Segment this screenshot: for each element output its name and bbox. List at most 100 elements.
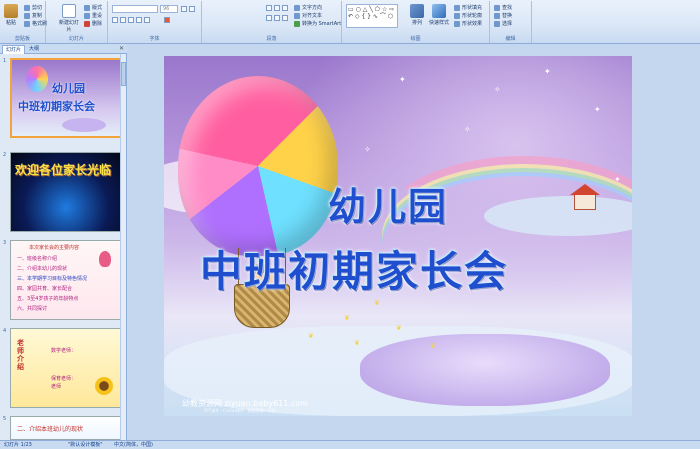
strikethrough-icon[interactable] [136,17,142,23]
slides-panel: 幻灯片 大纲 ✕ 1 幼儿园 中班初期家长会 2 欢迎各位家长光临 3 本次家长… [0,44,127,440]
slide-thumbnail-4[interactable]: 老师介绍 数学老师： 保育老师： 老师 [10,328,122,408]
underline-icon[interactable] [128,17,134,23]
delete-button[interactable]: 删除 [84,20,102,27]
shadow-icon[interactable] [144,17,150,23]
shape-effects-button[interactable]: 形状效果 [454,20,482,27]
layout-button[interactable]: 版式 [84,4,102,11]
shape-outline-button[interactable]: 形状轮廓 [454,12,482,19]
find-button[interactable]: 查找 [494,4,512,11]
slide-thumbnail-3[interactable]: 本次家长会的主要内容 一、班级名称介绍 二、介绍本幼儿的现状 三、本学期学习目标… [10,240,122,320]
indent-icon[interactable] [282,5,288,11]
purple-cloud [360,334,610,406]
font-name-combo[interactable] [112,5,158,13]
butterfly-icon: ❦ [396,324,402,332]
drawing-group: ▭ ○ △ ╲ ⬠ ☆ ⇨ ↶ ◇ { } ∿ ⌒ ⬡ 排列 快速样式 形状填充… [342,1,490,43]
thumb-line: 数学老师： [51,348,77,354]
cut-button[interactable]: 剪切 [24,4,42,11]
sparkle-icon: ✧ [364,145,371,154]
butterfly-icon: ❦ [354,339,360,347]
font-color-icon[interactable] [164,17,170,23]
clipboard-icon [4,4,18,18]
thumb-line: 二、介绍本幼儿的现状 [17,266,68,272]
select-icon [494,20,500,27]
butterfly-icon: ❦ [374,299,380,307]
thumb-cloud [62,118,106,132]
slide-thumbnail-1[interactable]: 幼儿园 中班初期家长会 [10,58,122,138]
slides-group-label: 幻灯片 [68,36,84,42]
slide-subtitle[interactable]: 中班初期家长会 [200,238,508,299]
house-roof [570,184,600,195]
paragraph-group: 文字方向 对齐文本 转换为 SmartArt 段落 [202,1,342,43]
text-direction-button[interactable]: 文字方向 [294,4,322,11]
slide-thumbnail-2[interactable]: 欢迎各位家长光临 [10,152,122,232]
format-painter-button[interactable]: 格式刷 [24,20,47,27]
align-right-icon[interactable] [282,15,288,21]
copy-button[interactable]: 复制 [24,12,42,19]
editing-group: 查找 替换 选择 编辑 [490,1,532,43]
font-size-combo[interactable]: 96 [160,5,178,13]
sparkle-icon: ✦ [399,75,406,84]
select-button[interactable]: 选择 [494,20,512,27]
align-left-icon[interactable] [266,15,272,21]
fill-icon [454,4,460,11]
numbering-icon[interactable] [274,5,280,11]
align-center-icon[interactable] [274,15,280,21]
font-group: 96 字体 [108,1,202,43]
slide-title[interactable]: 幼儿园 [328,176,448,231]
replace-icon [494,12,500,19]
clipboard-group: 粘贴 剪切 复制 格式刷 剪贴板 [0,1,47,43]
tab-outline[interactable]: 大纲 [26,45,42,54]
language-indicator[interactable]: 中文(简体，中国) [114,441,153,449]
effects-icon [454,20,460,27]
editing-group-label: 编辑 [505,36,516,42]
outline-icon [454,12,460,19]
align-text-icon [294,12,300,19]
replace-button[interactable]: 替换 [494,12,512,19]
thumb-line: 保育老师： [51,376,77,382]
smartart-button[interactable]: 转换为 SmartArt [294,20,341,27]
panel-tabs: 幻灯片 大纲 ✕ [0,44,127,54]
thumb-line: 三、本学期学习目标及特色情况 [17,276,88,282]
quick-styles-icon [432,4,446,18]
watermark-subtext: PPT课件 · FLASH课件 · 教案音像 · 试卷 [204,408,276,413]
thumb-line: 老师 [51,384,62,390]
thumb-line: 一、班级名称介绍 [17,256,58,262]
paste-button[interactable]: 粘贴 [2,4,20,26]
current-slide[interactable]: ✦ ✦ ✦ ✧ ✧ ✦ ✧ ❦ ❦ ❦ ❦ ❦ ❦ 幼儿园 中班初期家长会 幼教… [164,56,632,416]
ribbon: 粘贴 剪切 复制 格式刷 剪贴板 新建幻灯片 版式 重设 删除 幻灯片 96 字… [0,0,700,44]
binoculars-icon [494,4,500,11]
arrange-button[interactable]: 排列 [408,4,426,26]
thumb-title: 本次家长会的主要内容 [29,245,80,251]
sparkle-icon: ✦ [544,67,551,76]
scissors-icon [24,4,30,11]
tab-slides[interactable]: 幻灯片 [2,45,26,54]
brush-icon [24,20,30,27]
panel-scrollbar[interactable] [120,54,126,440]
grow-font-icon[interactable] [181,6,187,12]
thumb-number: 1 [3,58,7,64]
thumb-number: 4 [3,328,7,334]
slides-group: 新建幻灯片 版式 重设 删除 幻灯片 [46,1,108,43]
quick-styles-button[interactable]: 快速样式 [428,4,450,26]
align-text-button[interactable]: 对齐文本 [294,12,322,19]
bold-icon[interactable] [112,17,118,23]
butterfly-icon: ❦ [308,332,314,340]
status-bar: 幻灯片 1/23 "默认设计模板" 中文(简体，中国) [0,440,700,449]
sparkle-icon: ✦ [594,105,601,114]
close-icon[interactable]: ✕ [119,45,124,52]
italic-icon[interactable] [120,17,126,23]
new-slide-button[interactable]: 新建幻灯片 [58,4,80,33]
scrollbar-thumb[interactable] [121,62,126,86]
reset-button[interactable]: 重设 [84,12,102,19]
paragraph-group-label: 段落 [266,36,277,42]
thumb-title: 幼儿园 [52,82,85,95]
arrange-icon [410,4,424,18]
shapes-gallery[interactable]: ▭ ○ △ ╲ ⬠ ☆ ⇨ ↶ ◇ { } ∿ ⌒ ⬡ [346,4,398,28]
slide-thumbnail-5[interactable]: 二、介绍本班幼儿的现状 [10,416,122,440]
layout-icon [84,4,90,11]
shape-fill-button[interactable]: 形状填充 [454,4,482,11]
slide-counter: 幻灯片 1/23 [4,442,32,448]
theme-name: "默认设计模板" [68,442,103,448]
bullets-icon[interactable] [266,5,272,11]
shrink-font-icon[interactable] [189,6,195,12]
